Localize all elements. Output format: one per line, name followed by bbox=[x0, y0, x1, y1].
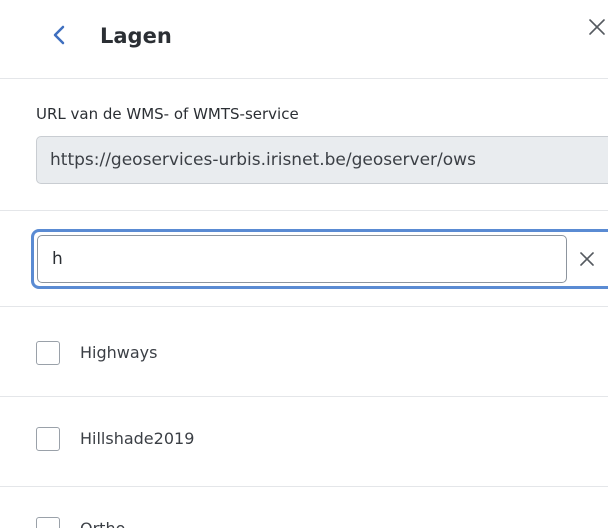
layer-label: Hillshade2019 bbox=[80, 429, 195, 448]
section-divider bbox=[0, 210, 608, 211]
back-button[interactable] bbox=[44, 20, 74, 50]
layer-item-ortho[interactable]: Ortho bbox=[0, 506, 608, 528]
layer-label: Highways bbox=[80, 343, 158, 362]
layer-checkbox[interactable] bbox=[36, 341, 60, 365]
close-icon bbox=[580, 252, 594, 266]
layer-search-focus-ring bbox=[31, 229, 608, 289]
chevron-left-icon bbox=[53, 25, 65, 45]
close-icon bbox=[589, 19, 605, 35]
panel-header: Lagen bbox=[0, 0, 608, 79]
layer-label: Ortho bbox=[80, 517, 125, 528]
layer-checkbox[interactable] bbox=[36, 427, 60, 451]
list-divider bbox=[0, 486, 608, 487]
layer-checkbox[interactable] bbox=[36, 517, 60, 528]
clear-search-button[interactable] bbox=[574, 246, 600, 272]
layer-item-hillshade2019[interactable]: Hillshade2019 bbox=[0, 416, 608, 462]
section-divider bbox=[0, 306, 608, 307]
layer-item-highways[interactable]: Highways bbox=[0, 330, 608, 376]
page-title: Lagen bbox=[100, 24, 172, 48]
layers-panel: Lagen URL van de WMS- of WMTS-service ht… bbox=[0, 0, 608, 528]
layer-search-input[interactable] bbox=[37, 235, 567, 283]
url-field: https://geoservices-urbis.irisnet.be/geo… bbox=[36, 136, 608, 184]
close-button[interactable] bbox=[584, 14, 608, 40]
list-divider bbox=[0, 396, 608, 397]
url-field-label: URL van de WMS- of WMTS-service bbox=[36, 105, 299, 123]
